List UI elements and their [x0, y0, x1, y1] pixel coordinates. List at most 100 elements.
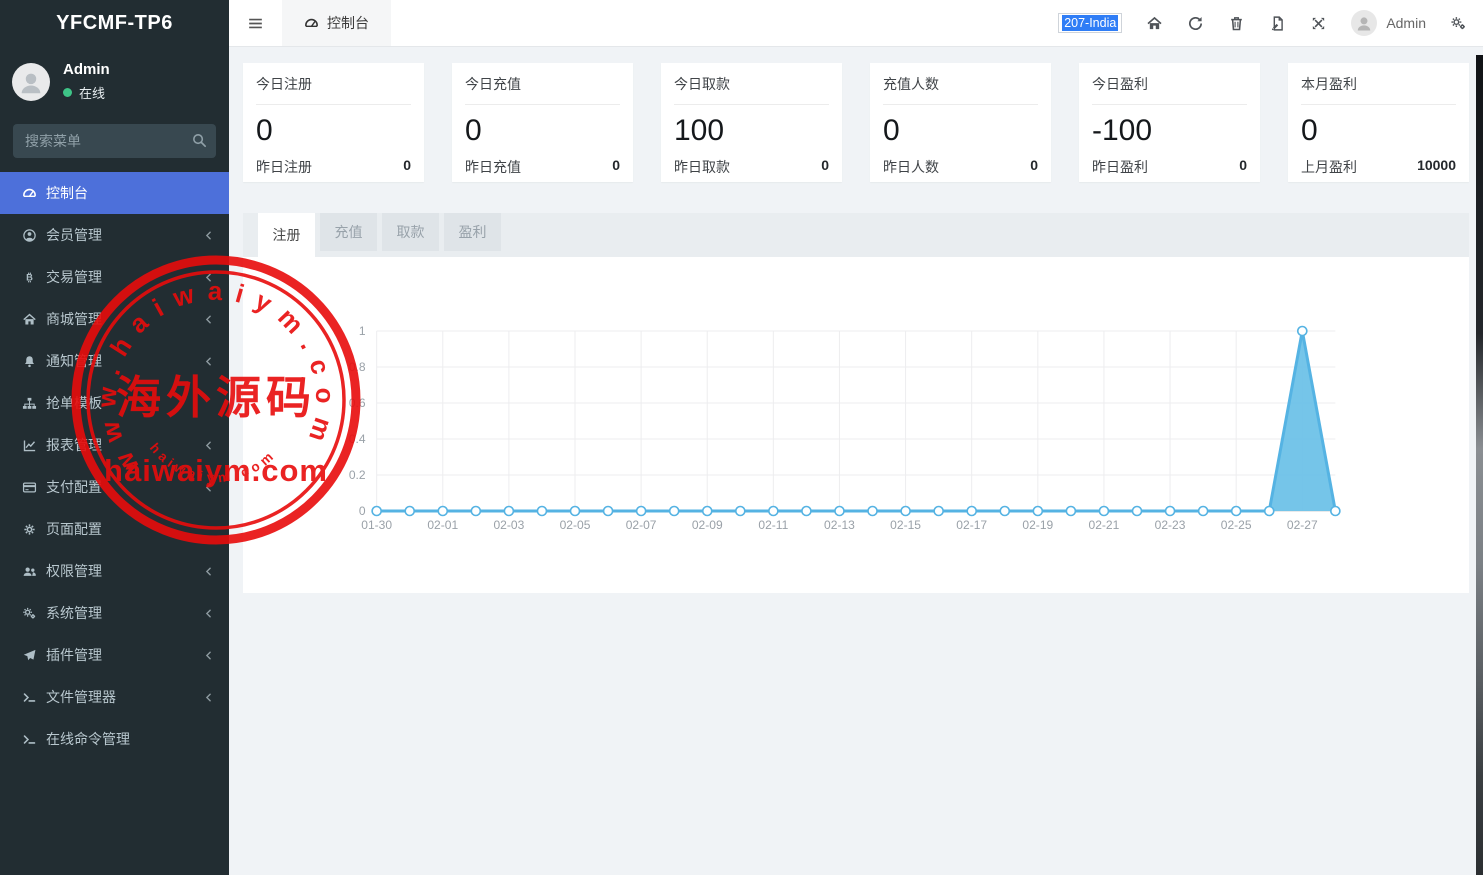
users-icon — [22, 564, 37, 579]
data-point[interactable] — [405, 507, 414, 516]
data-point[interactable] — [670, 507, 679, 516]
data-point[interactable] — [967, 507, 976, 516]
chart-tab-3[interactable]: 盈利 — [444, 213, 501, 251]
stat-card-sub-value: 0 — [612, 157, 620, 177]
stat-card-value: 0 — [256, 114, 411, 148]
settings-button[interactable] — [1450, 15, 1467, 32]
credit-card-icon — [22, 480, 37, 495]
divider — [674, 104, 829, 105]
sidebar-item-0[interactable]: 控制台 — [0, 172, 229, 214]
chevron-left-icon — [202, 649, 215, 662]
chevron-left-icon — [202, 271, 215, 284]
stat-card-sub-label: 昨日取款 — [674, 157, 730, 177]
person-icon — [16, 67, 46, 97]
stat-card-value: 100 — [674, 114, 829, 148]
data-point[interactable] — [504, 507, 513, 516]
fullscreen-button[interactable] — [1310, 15, 1327, 32]
stat-card-sub-value: 0 — [403, 157, 411, 177]
divider — [883, 104, 1038, 105]
data-point[interactable] — [901, 507, 910, 516]
svg-text:0.4: 0.4 — [349, 432, 366, 446]
trash-button[interactable] — [1228, 15, 1245, 32]
data-point[interactable] — [1000, 507, 1009, 516]
sidebar-item-label: 商城管理 — [46, 309, 202, 329]
home-button[interactable] — [1146, 15, 1163, 32]
sidebar-item-3[interactable]: 商城管理 — [0, 298, 229, 340]
terminal-icon — [22, 732, 37, 747]
stat-card-4: 今日盈利-100昨日盈利0 — [1079, 63, 1260, 182]
data-point[interactable] — [537, 507, 546, 516]
search-button[interactable] — [191, 132, 208, 149]
data-point[interactable] — [1331, 507, 1340, 516]
topbar: 控制台 207-India Admin — [229, 0, 1483, 47]
data-point[interactable] — [1033, 507, 1042, 516]
data-point[interactable] — [1099, 507, 1108, 516]
file-edit-icon — [1269, 15, 1286, 32]
data-point[interactable] — [934, 507, 943, 516]
sidebar-item-4[interactable]: 通知管理 — [0, 340, 229, 382]
chart-tab-0[interactable]: 注册 — [258, 213, 315, 257]
topbar-tab-dashboard[interactable]: 控制台 — [282, 0, 391, 46]
stat-card-title: 充值人数 — [883, 74, 1038, 94]
data-point[interactable] — [637, 507, 646, 516]
svg-text:02-27: 02-27 — [1287, 518, 1318, 532]
language-select[interactable]: 207-India — [1058, 13, 1122, 33]
data-point[interactable] — [1199, 507, 1208, 516]
data-point[interactable] — [1265, 507, 1274, 516]
clear-cache-button[interactable] — [1269, 15, 1286, 32]
data-point[interactable] — [471, 507, 480, 516]
sidebar-item-2[interactable]: B交易管理 — [0, 256, 229, 298]
sidebar-item-5[interactable]: 抢单模板 — [0, 382, 229, 424]
data-point[interactable] — [372, 507, 381, 516]
app-logo: YFCMF-TP6 — [0, 0, 229, 47]
sidebar-item-label: 页面配置 — [46, 519, 215, 539]
data-point[interactable] — [835, 507, 844, 516]
data-point[interactable] — [1166, 507, 1175, 516]
sidebar-item-label: 通知管理 — [46, 351, 202, 371]
data-point[interactable] — [1232, 507, 1241, 516]
data-point[interactable] — [570, 507, 579, 516]
sidebar-item-1[interactable]: 会员管理 — [0, 214, 229, 256]
search-icon — [191, 132, 208, 149]
data-point[interactable] — [438, 507, 447, 516]
data-point[interactable] — [868, 507, 877, 516]
search-input[interactable] — [13, 124, 216, 158]
data-point[interactable] — [1298, 327, 1307, 336]
refresh-button[interactable] — [1187, 15, 1204, 32]
data-point[interactable] — [1132, 507, 1141, 516]
cogs-icon — [1450, 15, 1467, 32]
screen-edge-artifact — [1476, 55, 1483, 875]
sidebar-item-7[interactable]: 支付配置 — [0, 466, 229, 508]
chart-panel: 注册充值取款盈利 00.20.40.60.8101-3002-0102-0302… — [243, 213, 1469, 593]
stat-card-title: 本月盈利 — [1301, 74, 1456, 94]
stat-card-2: 今日取款100昨日取款0 — [661, 63, 842, 182]
chevron-left-icon — [202, 565, 215, 578]
stat-card-value: 0 — [465, 114, 620, 148]
sidebar-item-6[interactable]: 报表管理 — [0, 424, 229, 466]
svg-text:02-17: 02-17 — [956, 518, 987, 532]
svg-text:02-25: 02-25 — [1221, 518, 1252, 532]
sidebar-toggle-button[interactable] — [229, 0, 282, 46]
divider — [256, 104, 411, 105]
chevron-left-icon — [202, 229, 215, 242]
data-point[interactable] — [604, 507, 613, 516]
data-point[interactable] — [703, 507, 712, 516]
sitemap-icon — [22, 396, 37, 411]
sidebar-item-13[interactable]: 在线命令管理 — [0, 718, 229, 760]
sidebar-item-10[interactable]: 系统管理 — [0, 592, 229, 634]
chart-tab-1[interactable]: 充值 — [320, 213, 377, 251]
sidebar-item-9[interactable]: 权限管理 — [0, 550, 229, 592]
sidebar-item-8[interactable]: 页面配置 — [0, 508, 229, 550]
tachometer-icon — [22, 186, 37, 201]
chart-tab-2[interactable]: 取款 — [382, 213, 439, 251]
data-point[interactable] — [769, 507, 778, 516]
data-point[interactable] — [802, 507, 811, 516]
topbar-user-menu[interactable]: Admin — [1351, 10, 1426, 36]
svg-text:1: 1 — [359, 324, 366, 338]
sidebar-item-11[interactable]: 插件管理 — [0, 634, 229, 676]
data-point[interactable] — [1066, 507, 1075, 516]
gear-icon — [22, 522, 37, 537]
sidebar-item-12[interactable]: 文件管理器 — [0, 676, 229, 718]
data-point[interactable] — [736, 507, 745, 516]
bell-icon — [22, 354, 37, 369]
